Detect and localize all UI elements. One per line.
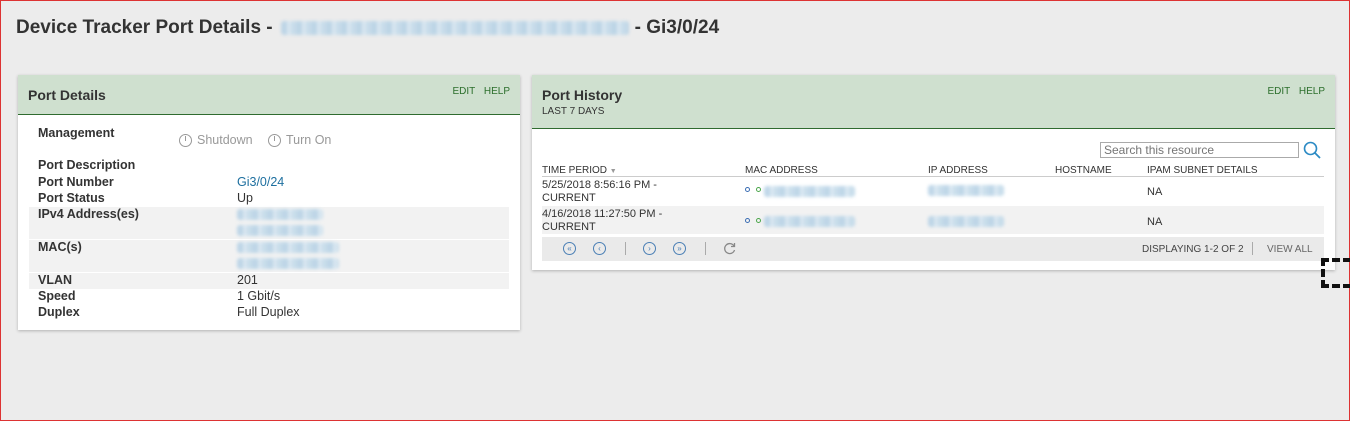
page-title-suffix: - Gi3/0/24: [634, 17, 720, 38]
port-details-title: Port Details: [28, 87, 106, 103]
port-description-label: Port Description: [38, 158, 136, 172]
port-description-row: Port Description: [29, 158, 509, 174]
status-dot-icon: [745, 218, 750, 223]
duplex-value: Full Duplex: [237, 305, 300, 319]
column-header-ip-address[interactable]: IP ADDRESS: [928, 165, 988, 176]
time-period-start: 4/16/2018 11:27:50 PM -: [542, 208, 663, 220]
port-details-actions: EDIT HELP: [446, 86, 510, 97]
port-status-value: Up: [237, 191, 253, 205]
management-label: Management: [38, 126, 115, 140]
duplex-label: Duplex: [38, 305, 80, 319]
time-period-start: 5/25/2018 8:56:16 PM -: [542, 179, 657, 191]
last-page-icon[interactable]: »: [673, 242, 686, 255]
ipv4-label: IPv4 Address(es): [38, 207, 139, 221]
status-dot-icon: [756, 187, 761, 192]
port-details-edit-link[interactable]: EDIT: [452, 86, 475, 97]
time-period-cell: 5/25/2018 8:56:16 PM - CURRENT: [542, 179, 657, 205]
redacted-mac-link[interactable]: [764, 186, 855, 197]
mac-status-icons: [745, 218, 761, 223]
speed-row: Speed 1 Gbit/s: [29, 289, 509, 305]
mac-row: MAC(s): [29, 240, 509, 272]
search-icon[interactable]: [1303, 141, 1321, 159]
port-history-edit-link[interactable]: EDIT: [1267, 86, 1290, 97]
time-period-cell: 4/16/2018 11:27:50 PM - CURRENT: [542, 208, 662, 234]
column-header-mac-address[interactable]: MAC ADDRESS: [745, 165, 818, 176]
redacted-mac: [237, 242, 339, 253]
port-history-header: Port History LAST 7 DAYS EDIT HELP: [532, 75, 1335, 129]
redacted-ip-link[interactable]: [928, 185, 1004, 196]
page-title-prefix: Device Tracker Port Details -: [16, 17, 273, 38]
port-details-help-link[interactable]: HELP: [484, 86, 510, 97]
management-row: Management Shutdown Turn On: [29, 126, 509, 147]
pagination-bar: « ‹ › » DISPLAYING 1-2 OF 2 VIEW ALL: [542, 237, 1324, 261]
turn-on-button[interactable]: Turn On: [268, 133, 331, 147]
pager-display-count: DISPLAYING 1-2 OF 2: [1142, 244, 1244, 255]
refresh-icon[interactable]: [722, 241, 737, 256]
port-history-actions: EDIT HELP: [1261, 86, 1325, 97]
column-header-ipam-subnet[interactable]: IPAM SUBNET DETAILS: [1147, 165, 1258, 176]
table-row: 5/25/2018 8:56:16 PM - CURRENT NA: [542, 178, 1324, 206]
pager-divider: [705, 242, 706, 255]
port-history-panel: Port History LAST 7 DAYS EDIT HELP TIME …: [532, 75, 1335, 270]
port-details-panel: Port Details EDIT HELP Management Shutdo…: [18, 75, 520, 330]
next-page-icon[interactable]: ›: [643, 242, 656, 255]
vlan-value: 201: [237, 273, 258, 287]
column-header-hostname[interactable]: HOSTNAME: [1055, 165, 1112, 176]
port-number-link[interactable]: Gi3/0/24: [237, 175, 284, 189]
status-dot-icon: [756, 218, 761, 223]
redacted-ipv4: [237, 209, 323, 220]
port-history-subtitle: LAST 7 DAYS: [542, 106, 605, 117]
ipv4-row: IPv4 Address(es): [29, 207, 509, 239]
redacted-ipv4: [237, 225, 323, 236]
view-all-link[interactable]: VIEW ALL: [1267, 244, 1313, 255]
page-title: Device Tracker Port Details - - Gi3/0/24: [16, 17, 719, 39]
power-icon: [268, 133, 281, 147]
port-details-header: Port Details EDIT HELP: [18, 75, 520, 115]
ipam-cell: NA: [1147, 186, 1163, 198]
header-divider: [542, 176, 1324, 177]
resize-handle[interactable]: [1321, 258, 1350, 288]
vlan-label: VLAN: [38, 273, 73, 287]
table-row: 4/16/2018 11:27:50 PM - CURRENT NA: [542, 206, 1324, 234]
status-dot-icon: [745, 187, 750, 192]
pager-divider: [625, 242, 626, 255]
port-number-label: Port Number: [38, 175, 114, 189]
port-status-label: Port Status: [38, 191, 105, 205]
column-header-time-period[interactable]: TIME PERIOD ▼: [542, 165, 617, 176]
shutdown-label: Shutdown: [197, 133, 253, 147]
column-header-label: TIME PERIOD: [542, 165, 608, 176]
port-status-row: Port Status Up: [29, 191, 509, 207]
power-icon: [179, 133, 192, 147]
redacted-mac-link[interactable]: [764, 216, 855, 227]
search-input[interactable]: [1100, 142, 1299, 158]
duplex-row: Duplex Full Duplex: [29, 305, 509, 321]
speed-label: Speed: [38, 289, 76, 303]
vlan-row: VLAN 201: [29, 273, 509, 289]
port-history-help-link[interactable]: HELP: [1299, 86, 1325, 97]
mac-label: MAC(s): [38, 240, 82, 254]
prev-page-icon[interactable]: ‹: [593, 242, 606, 255]
turn-on-label: Turn On: [286, 133, 332, 147]
port-history-title: Port History: [542, 87, 623, 103]
mac-status-icons: [745, 187, 761, 192]
redacted-device-name: [280, 21, 629, 35]
redacted-ip-link[interactable]: [928, 216, 1004, 227]
pager-divider: [1252, 242, 1253, 255]
shutdown-button[interactable]: Shutdown: [179, 133, 253, 147]
ipam-cell: NA: [1147, 216, 1163, 228]
redacted-mac: [237, 258, 339, 269]
port-number-row: Port Number Gi3/0/24: [29, 175, 509, 191]
speed-value: 1 Gbit/s: [237, 289, 281, 303]
time-period-end: CURRENT: [542, 192, 596, 204]
first-page-icon[interactable]: «: [563, 242, 576, 255]
sort-down-icon: ▼: [609, 168, 617, 175]
time-period-end: CURRENT: [542, 221, 596, 233]
